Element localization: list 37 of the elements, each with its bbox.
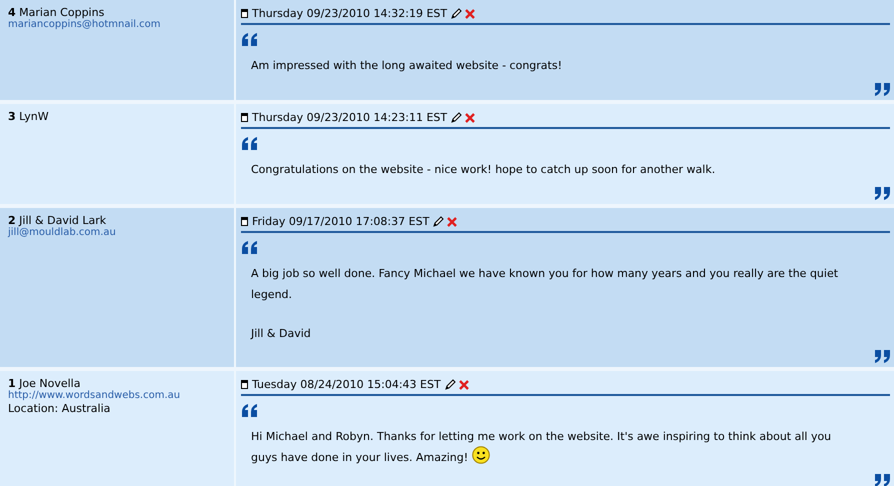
post-date: Tuesday 08/24/2010 15:04:43 EST — [252, 378, 441, 391]
pencil-icon[interactable] — [444, 378, 456, 390]
open-quote-icon — [242, 404, 257, 417]
author-name: 1 Joe Novella — [8, 377, 80, 390]
message-text: A big job so well done. Fancy Michael we have known you for how many years and you really are the quiet legend. — [251, 266, 840, 303]
close-quote-icon — [875, 83, 890, 96]
post-date: Friday 09/17/2010 17:08:37 EST — [252, 215, 430, 228]
close-quote-icon — [875, 350, 890, 363]
document-icon — [241, 9, 248, 18]
contact-link[interactable]: http://www.wordsandwebs.com.au — [8, 390, 180, 402]
delete-icon[interactable] — [458, 380, 469, 390]
message-text: Jill & David — [251, 326, 312, 342]
author-name: 4 Marian Coppins — [8, 6, 104, 19]
pencil-icon[interactable] — [450, 112, 462, 124]
pencil-icon[interactable] — [450, 8, 462, 20]
contact-link[interactable]: mariancoppins@hotmnail.com — [8, 19, 161, 31]
open-quote-icon — [242, 137, 257, 150]
author-name: 2 Jill & David Lark — [8, 214, 106, 227]
location-text: Location: Australia — [8, 402, 110, 415]
document-icon — [241, 217, 248, 226]
delete-icon[interactable] — [447, 216, 458, 226]
message-text: Hi Michael and Robyn. Thanks for letting me work on the website. It's awe inspiring to think about all you guys have done in your lives. Amazing! — [251, 429, 832, 466]
close-quote-icon — [875, 474, 890, 486]
delete-icon[interactable] — [465, 8, 476, 18]
open-quote-icon — [242, 33, 257, 46]
author-name: 3 LynW — [8, 110, 49, 123]
document-icon — [241, 113, 248, 122]
delete-icon[interactable] — [465, 112, 476, 122]
post-date: Thursday 09/23/2010 14:32:19 EST — [252, 7, 448, 20]
message-text: Am impressed with the long awaited website - congrats! — [251, 58, 563, 74]
message-text: Congratulations on the website - nice work! hope to catch up soon for another walk. — [251, 162, 716, 178]
document-icon — [241, 380, 248, 389]
pencil-icon[interactable] — [432, 216, 444, 228]
contact-link[interactable]: jill@mouldlab.com.au — [8, 227, 116, 239]
open-quote-icon — [242, 241, 257, 254]
close-quote-icon — [875, 187, 890, 200]
post-date: Thursday 09/23/2010 14:23:11 EST — [252, 111, 448, 124]
